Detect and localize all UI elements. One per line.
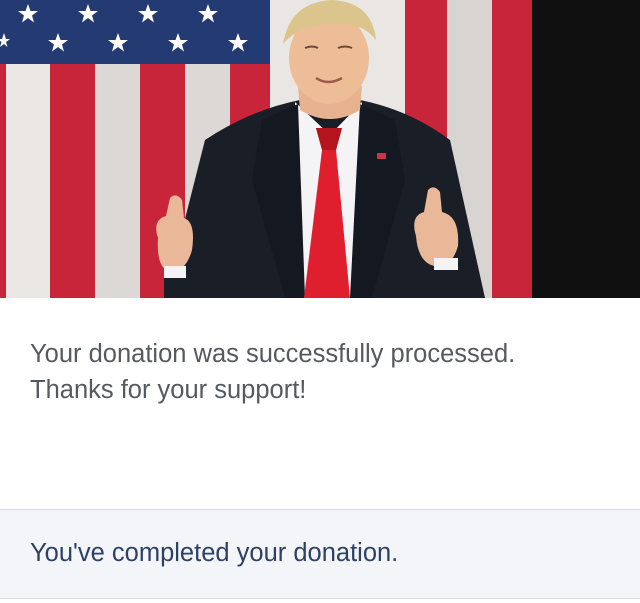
success-message: Your donation was successfully processed… bbox=[30, 336, 620, 408]
hero-image bbox=[0, 0, 640, 298]
completion-status-bar: You've completed your donation. bbox=[0, 509, 640, 599]
success-message-line-1: Your donation was successfully processed… bbox=[30, 340, 516, 368]
completion-status-text: You've completed your donation. bbox=[30, 539, 399, 567]
success-message-line-2: Thanks for your support! bbox=[30, 376, 307, 404]
donation-confirmation-page: Your donation was successfully processed… bbox=[0, 0, 640, 603]
hero-illustration bbox=[0, 0, 640, 298]
